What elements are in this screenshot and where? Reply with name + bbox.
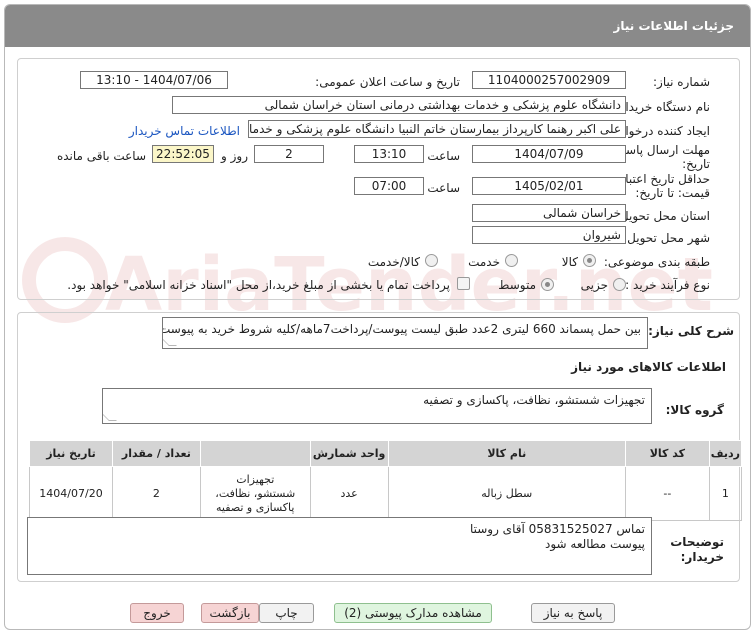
province-field: خراسان شمالی [472,204,626,222]
buyer-field: دانشگاه علوم پزشکی و خدمات بهداشتی درمان… [172,96,626,114]
city-label: شهر محل تحویل: [623,231,710,245]
days-word: روز و [221,149,248,163]
col-name: نام کالا [387,440,626,467]
category-radio-both[interactable] [425,254,438,267]
description-text: بین حمل پسماند 660 لیتری 2عدد طبق لیست پ… [162,322,641,336]
buyer-notes-line-1: تماس 05831525027 آقای روستا [469,522,645,536]
table-header-row: ردیف کد کالا نام کالا واحد شمارش تعداد /… [29,440,743,467]
process-option-medium: متوسط [498,278,536,292]
description-field: بین حمل پسماند 660 لیتری 2عدد طبق لیست پ… [162,317,648,349]
cell-date: 1404/07/20 [29,466,113,521]
cell-group-line-1: تجهیزات [236,472,275,486]
city-field: شیروان [472,226,626,244]
resize-grip[interactable] [103,413,117,421]
buyer-contact-link[interactable]: اطلاعات تماس خریدار [129,124,240,138]
payment-note: پرداخت تمام یا بخشی از مبلغ خرید،از محل … [67,278,450,292]
deadline-date-field: 1404/07/09 [472,145,626,163]
col-row: ردیف [708,440,743,467]
category-label: طبقه بندی موضوعی: [603,255,710,269]
col-qty: تعداد / مقدار [112,440,201,467]
print-button[interactable]: چاپ [259,603,314,623]
buyer-notes-line-2: پیوست مطالعه شود [544,537,645,551]
cell-group-line-3: پاکسازی و تصفیه [216,500,295,514]
col-code: کد کالا [624,440,710,467]
process-option-minor: جزیی [580,278,608,292]
cell-group-line-2: شستشو، نظافت، [215,486,296,500]
buyer-notes-field: تماس 05831525027 آقای روستا پیوست مطالعه… [27,517,652,575]
col-empty [199,440,311,467]
category-option-goods: کالا [561,255,578,269]
cell-group: تجهیزات شستشو، نظافت، پاکسازی و تصفیه [199,466,311,521]
resize-grip[interactable] [163,338,177,346]
remaining-time-field: 22:52:05 [152,145,214,163]
province-label: استان محل تحویل: [615,209,710,223]
cell-qty: 2 [112,466,201,521]
cell-name: سطل زباله [387,466,626,521]
category-option-both: کالا/خدمت [367,255,420,269]
process-radio-minor[interactable] [613,278,626,291]
remaining-word: ساعت باقی مانده [56,149,146,163]
need-number-label: شماره نیاز: [653,75,710,89]
requester-field: علی اکبر رهنما کارپرداز بیمارستان خاتم ا… [248,120,626,138]
process-label: نوع فرآیند خرید : [625,278,710,292]
reply-button[interactable]: پاسخ به نیاز [531,603,615,623]
announce-field: 1404/07/06 - 13:10 [80,71,228,89]
items-table: ردیف کد کالا نام کالا واحد شمارش تعداد /… [29,440,743,521]
need-number-field: 1104000257002909 [472,71,626,89]
goods-group-label: گروه کالا: [665,403,724,417]
title-bar: جزئیات اطلاعات نیاز [5,5,750,47]
table-row[interactable]: 1 -- سطل زباله عدد تجهیزات شستشو، نظافت،… [29,466,743,521]
treasury-checkbox[interactable] [457,277,470,290]
validity-label-2: قیمت: تا تاریخ: [635,186,710,200]
buyer-label: نام دستگاه خریدار: [615,100,711,114]
cell-row: 1 [708,466,743,521]
deadline-time-field: 13:10 [354,145,424,163]
description-label: شرح کلی نیاز: [648,324,734,338]
announce-label: تاریخ و ساعت اعلان عمومی: [315,75,460,89]
cell-unit: عدد [309,466,389,521]
cell-code: -- [624,466,710,521]
deadline-label-2: تاریخ: [682,157,710,171]
category-option-service: خدمت [468,255,500,269]
col-date: تاریخ نیاز [29,440,113,467]
need-details-panel: جزئیات اطلاعات نیاز AriaTender.net شماره… [4,4,751,630]
process-radio-medium[interactable] [541,278,554,291]
category-radio-service[interactable] [505,254,518,267]
view-attachments-button[interactable]: مشاهده مدارک پیوستی (2) [334,603,492,623]
deadline-time-word: ساعت [427,149,460,163]
validity-label: حداقل تاریخ اعتبار [619,172,710,186]
buyer-notes-label-2: خریدار: [680,550,724,564]
validity-time-word: ساعت [427,181,460,195]
validity-time-field: 07:00 [354,177,424,195]
category-radio-goods[interactable] [583,254,596,267]
validity-date-field: 1405/02/01 [472,177,626,195]
goods-group-field: تجهیزات شستشو، نظافت، پاکسازی و تصفیه [102,388,652,424]
page-title: جزئیات اطلاعات نیاز [613,19,734,33]
days-field: 2 [254,145,324,163]
back-button[interactable]: بازگشت [201,603,259,623]
exit-button[interactable]: خروج [130,603,184,623]
col-unit: واحد شمارش [309,440,389,467]
goods-section-title: اطلاعات کالاهای مورد نیاز [571,360,726,374]
buyer-notes-label: توضیحات [670,535,724,549]
goods-group-text: تجهیزات شستشو، نظافت، پاکسازی و تصفیه [423,393,645,407]
